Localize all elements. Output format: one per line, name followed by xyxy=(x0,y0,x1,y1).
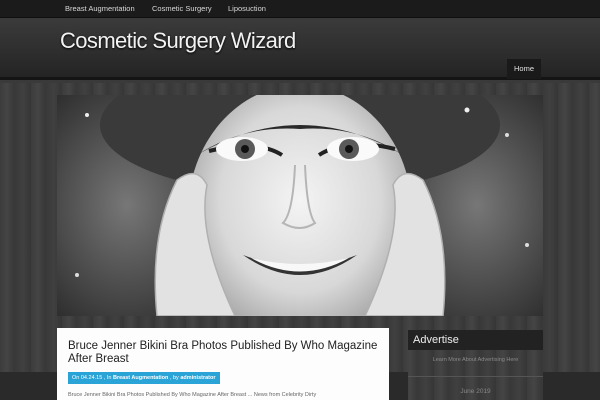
footer-bar-left xyxy=(0,372,57,400)
post-meta-author[interactable]: administrator xyxy=(180,375,215,381)
nav-home[interactable]: Home xyxy=(507,59,541,79)
sidebar-divider xyxy=(408,376,543,377)
sidebar-widget-title: Advertise xyxy=(408,330,543,350)
top-navigation: Breast Augmentation Cosmetic Surgery Lip… xyxy=(0,0,600,18)
hero-banner-image xyxy=(57,95,543,316)
site-header: Cosmetic Surgery Wizard Home xyxy=(0,18,600,80)
footer-bar-right xyxy=(543,372,600,400)
topnav-liposuction[interactable]: Liposuction xyxy=(228,0,266,18)
post-meta: On 04.24.15 , In Breast Augmentation , b… xyxy=(68,372,220,384)
woman-portrait-image xyxy=(57,95,543,316)
calendar-month: June 2019 xyxy=(460,388,491,395)
post-excerpt: Bruce Jenner Bikini Bra Photos Published… xyxy=(68,392,317,398)
site-title[interactable]: Cosmetic Surgery Wizard xyxy=(60,28,296,54)
post-meta-category[interactable]: Breast Augmentation xyxy=(113,375,168,381)
sidebar-advertise-link[interactable]: Learn More About Advertising Here xyxy=(408,357,543,363)
post-meta-by: , by xyxy=(169,375,179,381)
topnav-breast-augmentation[interactable]: Breast Augmentation xyxy=(65,0,135,18)
post-title[interactable]: Bruce Jenner Bikini Bra Photos Published… xyxy=(68,340,378,366)
footer-bar-middle xyxy=(389,372,408,400)
topnav-cosmetic-surgery[interactable]: Cosmetic Surgery xyxy=(152,0,212,18)
post-meta-date: On 04.24.15 , In xyxy=(72,375,112,381)
post-card: Bruce Jenner Bikini Bra Photos Published… xyxy=(57,328,389,400)
